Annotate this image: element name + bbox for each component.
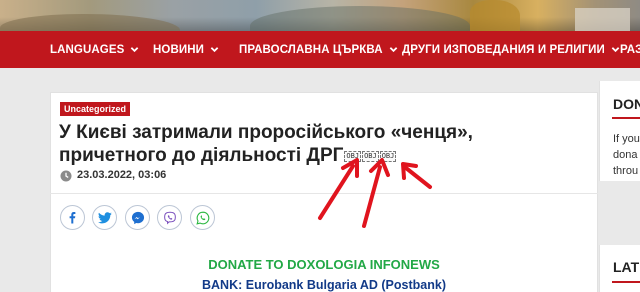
article-title-line-1: У Києві затримали проросійського «ченця»… — [59, 122, 473, 143]
chevron-down-icon — [130, 45, 139, 54]
sidebar-heading-underline — [612, 117, 640, 119]
share-twitter-button[interactable] — [92, 205, 117, 230]
object-placeholder: OBJ — [344, 151, 362, 162]
article-title-line-2: причетного до діяльності ДРГ — [59, 145, 344, 166]
object-placeholder: OBJ — [362, 151, 379, 162]
article-title: У Києві затримали проросійського «ченця»… — [59, 121, 559, 167]
nav-item-label: ДРУГИ ИЗПОВЕДАНИЯ И РЕЛИГИИ — [402, 43, 605, 56]
object-placeholder-group: OBJ OBJ OBJ — [344, 151, 397, 162]
category-badge[interactable]: Uncategorized — [60, 102, 131, 116]
messenger-icon — [131, 211, 145, 225]
share-messenger-button[interactable] — [125, 205, 150, 230]
object-placeholder: OBJ — [379, 151, 397, 162]
photo-hill-left — [0, 14, 180, 31]
main-navigation: LANGUAGES НОВИНИ ПРАВОСЛАВНА ЦЪРКВА ДРУГ… — [0, 31, 640, 68]
facebook-icon — [66, 211, 79, 224]
nav-item-label: ПРАВОСЛАВНА ЦЪРКВА — [239, 43, 383, 56]
sidebar-text-line: dona — [613, 149, 638, 161]
bank-info: BANK: Eurobank Bulgaria AD (Postbank) — [201, 278, 446, 292]
header-landscape-photo — [0, 0, 640, 31]
share-whatsapp-button[interactable] — [190, 205, 215, 230]
nav-item-label: НОВИНИ — [153, 43, 204, 56]
sidebar-text-line: throu — [613, 165, 639, 177]
divider — [50, 193, 598, 194]
share-facebook-button[interactable] — [60, 205, 85, 230]
nav-item-languages[interactable]: LANGUAGES — [50, 31, 139, 68]
nav-item-other-religions[interactable]: ДРУГИ ИЗПОВЕДАНИЯ И РЕЛИГИИ — [402, 31, 620, 68]
donate-heading: DONATE TO DOXOLOGIA INFONEWS — [208, 257, 440, 272]
nav-item-orthodox-church[interactable]: ПРАВОСЛАВНА ЦЪРКВА — [239, 31, 398, 68]
sidebar-donate-text: If you dona throu — [613, 131, 640, 179]
share-viber-button[interactable] — [157, 205, 182, 230]
nav-item-label: LANGUAGES — [50, 43, 125, 56]
article-meta: 23.03.2022, 03:06 — [60, 169, 167, 182]
photo-mountain — [250, 6, 470, 31]
chevron-down-icon — [389, 45, 398, 54]
clock-icon — [60, 169, 72, 182]
chevron-down-icon — [210, 45, 219, 54]
nav-item-novini[interactable]: НОВИНИ — [153, 31, 219, 68]
twitter-icon — [97, 211, 112, 224]
viber-icon — [163, 211, 177, 225]
sidebar-heading-underline — [612, 281, 640, 283]
whatsapp-icon — [195, 211, 210, 225]
publish-date: 23.03.2022, 03:06 — [77, 169, 167, 181]
sidebar-latest-heading: LAT — [613, 259, 640, 275]
photo-autumn-tree — [470, 0, 520, 31]
sidebar-text-line: If you — [613, 133, 640, 145]
sidebar-donate-heading: DON — [613, 96, 640, 112]
